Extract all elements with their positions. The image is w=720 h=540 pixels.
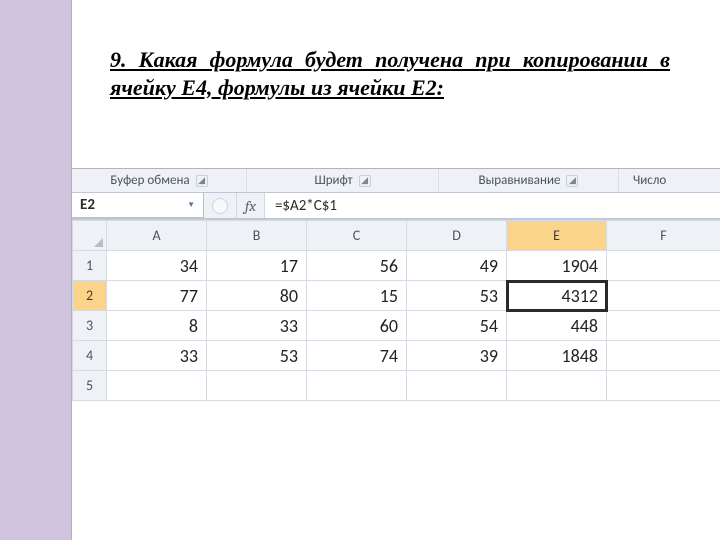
cell-b1[interactable]: 17	[207, 251, 307, 281]
ribbon-group-number-label: Число	[633, 173, 666, 188]
cell-c3[interactable]: 60	[307, 311, 407, 341]
col-header-d[interactable]: D	[407, 221, 507, 251]
fx-icon: fx	[245, 197, 256, 215]
row-header-5[interactable]: 5	[73, 371, 107, 401]
cell-d4[interactable]: 39	[407, 341, 507, 371]
row-header-1[interactable]: 1	[73, 251, 107, 281]
row-header-4[interactable]: 4	[73, 341, 107, 371]
select-all-corner[interactable]	[73, 221, 107, 251]
formula-bar: E2 ▼ fx =$A2*C$1	[72, 193, 720, 219]
name-box[interactable]: E2 ▼	[72, 193, 204, 218]
cell-c2[interactable]: 15	[307, 281, 407, 311]
cell-f4[interactable]	[607, 341, 720, 371]
cell-c5[interactable]	[307, 371, 407, 401]
insert-function-button[interactable]: fx	[237, 193, 265, 218]
cell-e2[interactable]: 4312	[507, 281, 607, 311]
ribbon-group-font-label: Шрифт	[314, 173, 352, 188]
cell-d3[interactable]: 54	[407, 311, 507, 341]
cell-d2[interactable]: 53	[407, 281, 507, 311]
cell-f5[interactable]	[607, 371, 720, 401]
ribbon-group-font[interactable]: Шрифт ◢	[247, 169, 439, 192]
cell-b3[interactable]: 33	[207, 311, 307, 341]
ribbon-group-clipboard[interactable]: Буфер обмена ◢	[72, 169, 247, 192]
cell-b2[interactable]: 80	[207, 281, 307, 311]
ribbon-group-alignment[interactable]: Выравнивание ◢	[439, 169, 619, 192]
ribbon-group-row: Буфер обмена ◢ Шрифт ◢ Выравнивание ◢ Чи…	[72, 169, 720, 193]
cell-d1[interactable]: 49	[407, 251, 507, 281]
table-row: 3 8 33 60 54 448	[73, 311, 720, 341]
table-row: 1 34 17 56 49 1904	[73, 251, 720, 281]
cell-e1[interactable]: 1904	[507, 251, 607, 281]
col-header-c[interactable]: C	[307, 221, 407, 251]
table-row: 5	[73, 371, 720, 401]
cell-c4[interactable]: 74	[307, 341, 407, 371]
cell-a5[interactable]	[107, 371, 207, 401]
col-header-e[interactable]: E	[507, 221, 607, 251]
cell-a4[interactable]: 33	[107, 341, 207, 371]
col-header-b[interactable]: B	[207, 221, 307, 251]
cell-a2[interactable]: 77	[107, 281, 207, 311]
cell-f3[interactable]	[607, 311, 720, 341]
formula-input[interactable]: =$A2*C$1	[265, 193, 720, 218]
col-header-f[interactable]: F	[607, 221, 720, 251]
cell-b5[interactable]	[207, 371, 307, 401]
formula-bar-controls	[204, 193, 237, 218]
row-header-3[interactable]: 3	[73, 311, 107, 341]
spreadsheet-grid[interactable]: A B C D E F 1 34 17 56 49 1904 2 77 80 1…	[72, 219, 720, 401]
cell-f2[interactable]	[607, 281, 720, 311]
cell-a1[interactable]: 34	[107, 251, 207, 281]
cancel-icon[interactable]	[212, 198, 228, 214]
dialog-launcher-icon[interactable]: ◢	[566, 175, 578, 187]
name-box-value: E2	[80, 196, 95, 214]
col-header-a[interactable]: A	[107, 221, 207, 251]
cell-b4[interactable]: 53	[207, 341, 307, 371]
formula-text: =$A2*C$1	[275, 197, 337, 215]
cell-e3[interactable]: 448	[507, 311, 607, 341]
cell-e4[interactable]: 1848	[507, 341, 607, 371]
table-row: 4 33 53 74 39 1848	[73, 341, 720, 371]
excel-screenshot: Буфер обмена ◢ Шрифт ◢ Выравнивание ◢ Чи…	[72, 168, 720, 401]
dialog-launcher-icon[interactable]: ◢	[196, 175, 208, 187]
table-row: 2 77 80 15 53 4312	[73, 281, 720, 311]
ribbon-group-alignment-label: Выравнивание	[479, 173, 561, 188]
cell-f1[interactable]	[607, 251, 720, 281]
cell-e5[interactable]	[507, 371, 607, 401]
ribbon-group-number[interactable]: Число	[619, 169, 720, 192]
cell-a3[interactable]: 8	[107, 311, 207, 341]
chevron-down-icon[interactable]: ▼	[187, 200, 195, 210]
question-text: 9. Какая формула будет получена при копи…	[110, 46, 670, 101]
row-header-2[interactable]: 2	[73, 281, 107, 311]
dialog-launcher-icon[interactable]: ◢	[359, 175, 371, 187]
cell-c1[interactable]: 56	[307, 251, 407, 281]
ribbon-group-clipboard-label: Буфер обмена	[110, 173, 189, 188]
slide-side-strip	[0, 0, 72, 540]
column-header-row: A B C D E F	[73, 221, 720, 251]
cell-d5[interactable]	[407, 371, 507, 401]
